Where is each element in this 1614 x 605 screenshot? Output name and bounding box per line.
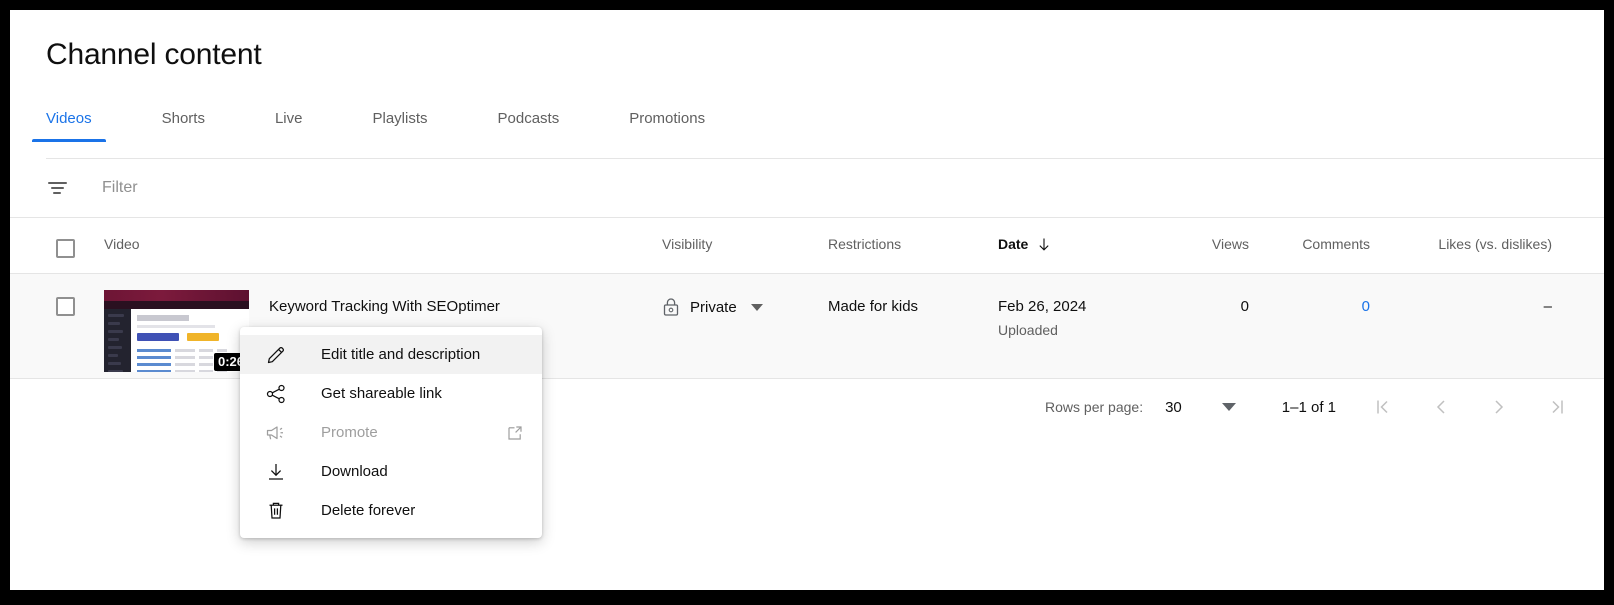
- video-title[interactable]: Keyword Tracking With SEOptimer: [269, 298, 500, 315]
- pencil-icon: [264, 343, 288, 367]
- lock-icon: [662, 297, 680, 317]
- restrictions-value: Made for kids: [828, 298, 918, 315]
- video-thumbnail[interactable]: 0:26: [104, 290, 249, 372]
- chevron-right-icon[interactable]: [1488, 396, 1510, 418]
- views-value: 0: [1169, 298, 1249, 315]
- tab-shorts[interactable]: Shorts: [148, 110, 219, 142]
- filter-bar: [10, 159, 1604, 217]
- megaphone-icon: [264, 421, 288, 445]
- visibility-label: Private: [690, 299, 737, 316]
- column-header-visibility[interactable]: Visibility: [662, 236, 712, 252]
- rows-per-page-label: Rows per page:: [1045, 399, 1143, 415]
- column-header-date[interactable]: Date: [998, 236, 1051, 252]
- select-all-checkbox[interactable]: [56, 239, 75, 258]
- date-status: Uploaded: [998, 322, 1086, 338]
- menu-item-label: Promote: [321, 424, 378, 441]
- rows-per-page-chevron-down-icon[interactable]: [1222, 403, 1236, 411]
- tab-videos-label: Videos: [32, 110, 106, 127]
- chevron-left-icon[interactable]: [1430, 396, 1452, 418]
- download-icon: [264, 460, 288, 484]
- column-header-date-label: Date: [998, 236, 1028, 252]
- tab-podcasts[interactable]: Podcasts: [484, 110, 574, 142]
- filter-divider: [10, 217, 1604, 218]
- tab-live-label: Live: [261, 110, 317, 127]
- menu-item-edit-title-and-description[interactable]: Edit title and description: [240, 335, 542, 374]
- chevron-down-icon[interactable]: [751, 304, 763, 311]
- date-value: Feb 26, 2024: [998, 298, 1086, 315]
- menu-item-label: Get shareable link: [321, 385, 442, 402]
- rows-per-page-value[interactable]: 30: [1165, 399, 1182, 416]
- content-tabs: Videos Shorts Live Playlists Podcasts Pr…: [46, 110, 719, 158]
- page-title: Channel content: [46, 38, 262, 72]
- likes-value: –: [1450, 298, 1552, 315]
- share-icon: [264, 382, 288, 406]
- external-link-icon: [506, 424, 524, 442]
- arrow-down-icon: [1037, 237, 1051, 252]
- tab-playlists[interactable]: Playlists: [358, 110, 441, 142]
- trash-icon: [264, 499, 288, 523]
- video-options-context-menu: Edit title and description Get shareable…: [240, 327, 542, 538]
- tab-videos[interactable]: Videos: [32, 110, 106, 142]
- filter-icon[interactable]: [46, 177, 68, 199]
- column-header-restrictions[interactable]: Restrictions: [828, 236, 901, 252]
- tab-shorts-label: Shorts: [148, 110, 219, 127]
- date-cell: Feb 26, 2024 Uploaded: [998, 298, 1086, 338]
- tab-live[interactable]: Live: [261, 110, 317, 142]
- menu-item-download[interactable]: Download: [240, 452, 542, 491]
- column-header-comments[interactable]: Comments: [1285, 236, 1370, 252]
- menu-item-label: Edit title and description: [321, 346, 480, 363]
- last-page-icon[interactable]: [1546, 396, 1568, 418]
- visibility-dropdown[interactable]: Private: [662, 297, 763, 317]
- column-header-video[interactable]: Video: [104, 236, 140, 252]
- tab-podcasts-label: Podcasts: [484, 110, 574, 127]
- column-header-views[interactable]: Views: [1169, 236, 1249, 252]
- column-header-likes[interactable]: Likes (vs. dislikes): [1410, 236, 1552, 252]
- comments-value[interactable]: 0: [1285, 298, 1370, 315]
- first-page-icon[interactable]: [1372, 396, 1394, 418]
- channel-content-panel: Channel content Videos Shorts Live Playl…: [10, 10, 1604, 590]
- pagination-range: 1–1 of 1: [1282, 399, 1336, 416]
- tab-promotions[interactable]: Promotions: [615, 110, 719, 142]
- tab-promotions-label: Promotions: [615, 110, 719, 127]
- menu-item-delete-forever[interactable]: Delete forever: [240, 491, 542, 530]
- menu-item-label: Download: [321, 463, 388, 480]
- menu-item-get-shareable-link[interactable]: Get shareable link: [240, 374, 542, 413]
- tab-playlists-label: Playlists: [358, 110, 441, 127]
- filter-input[interactable]: [102, 179, 562, 197]
- row-select-checkbox[interactable]: [56, 297, 75, 316]
- menu-item-promote: Promote: [240, 413, 542, 452]
- menu-item-label: Delete forever: [321, 502, 415, 519]
